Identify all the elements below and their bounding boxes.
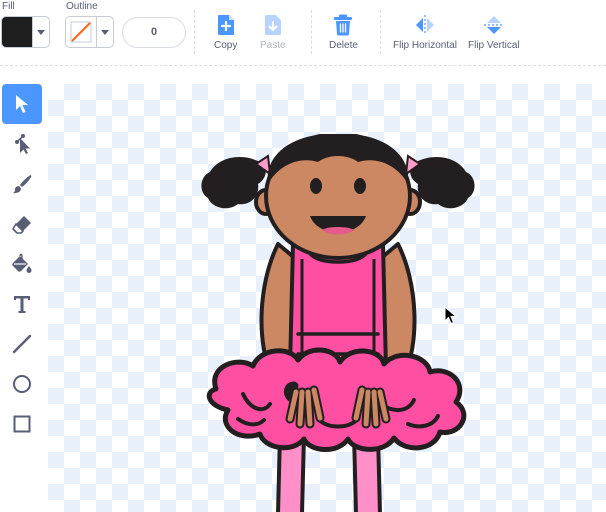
copy-button[interactable]: Copy — [214, 12, 237, 51]
delete-button[interactable]: Delete — [329, 12, 358, 51]
toolbar-divider — [380, 10, 381, 54]
paste-label: Paste — [260, 40, 286, 51]
copy-label: Copy — [214, 40, 238, 51]
chevron-down-icon[interactable] — [33, 17, 49, 47]
select-tool[interactable] — [2, 84, 42, 124]
reshape-tool[interactable] — [2, 124, 42, 164]
outline-width-input[interactable]: 0 — [122, 17, 186, 48]
ballerina-sprite[interactable] — [198, 134, 478, 512]
chevron-down-icon[interactable] — [97, 17, 113, 47]
outline-label: Outline — [66, 1, 98, 12]
eraser-tool[interactable] — [2, 204, 42, 244]
brush-tool[interactable] — [2, 164, 42, 204]
arrow-cursor-icon — [16, 95, 28, 113]
tutu — [206, 347, 467, 452]
circle-tool[interactable] — [2, 364, 42, 404]
flip-vertical-icon — [483, 12, 504, 38]
paste-button[interactable]: Paste — [260, 12, 286, 51]
toolbar-divider — [311, 10, 312, 54]
text-icon — [14, 296, 30, 313]
paint-canvas[interactable] — [48, 84, 606, 512]
outline-swatch[interactable] — [66, 17, 97, 47]
flip-horizontal-icon — [414, 12, 436, 38]
delete-label: Delete — [329, 40, 358, 51]
fill-color-dropdown[interactable] — [1, 16, 50, 48]
rectangle-tool[interactable] — [2, 404, 42, 444]
rectangle-icon — [13, 415, 31, 433]
mouse-pointer-icon — [444, 306, 458, 325]
paint-bucket-icon — [12, 253, 32, 273]
text-tool[interactable] — [2, 284, 42, 324]
trash-icon — [333, 12, 353, 38]
no-color-icon — [70, 21, 92, 43]
fill-tool[interactable] — [2, 244, 42, 284]
brush-icon — [13, 175, 32, 194]
paint-editor-toolbar: Fill Outline 0 Copy Paste Delete Flip Ho… — [0, 0, 606, 66]
fill-label: Fill — [2, 1, 15, 12]
copy-icon — [216, 12, 236, 38]
outline-color-dropdown[interactable] — [65, 16, 114, 48]
eraser-icon — [12, 216, 31, 234]
flip-vertical-button[interactable]: Flip Vertical — [468, 12, 520, 51]
paste-icon — [263, 12, 283, 38]
toolbar-divider — [194, 10, 195, 54]
fill-swatch[interactable] — [2, 17, 33, 47]
circle-icon — [13, 375, 31, 393]
line-tool[interactable] — [2, 324, 42, 364]
flip-horizontal-button[interactable]: Flip Horizontal — [393, 12, 457, 51]
flip-vertical-label: Flip Vertical — [468, 40, 520, 51]
toolbar-bottom-border — [0, 65, 606, 66]
flip-horizontal-label: Flip Horizontal — [393, 40, 457, 51]
line-icon — [12, 334, 32, 354]
head — [254, 134, 422, 260]
reshape-icon — [15, 134, 30, 154]
